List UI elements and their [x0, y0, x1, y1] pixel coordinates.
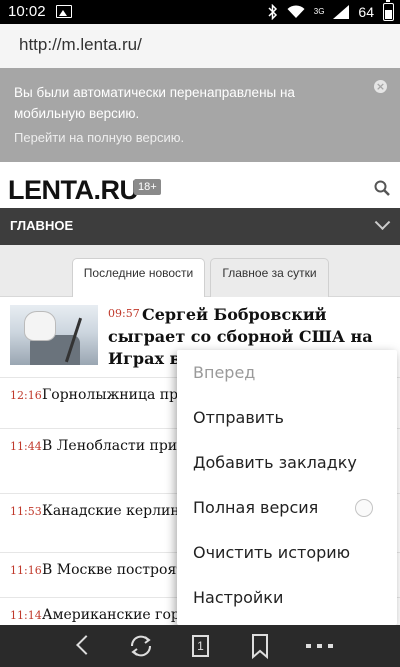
search-icon[interactable]: [374, 180, 390, 196]
menu-item-label: Полная версия: [193, 498, 319, 517]
browser-toolbar: 1: [0, 625, 400, 667]
address-bar[interactable]: http://m.lenta.ru/: [0, 24, 400, 68]
site-logo[interactable]: LENTA.RU: [8, 175, 139, 206]
status-icons: 3G 64: [268, 0, 394, 22]
signal-icon: [333, 5, 350, 19]
bluetooth-icon: [268, 4, 277, 20]
bookmark-icon[interactable]: [240, 625, 280, 667]
full-version-link[interactable]: Перейти на полную версию.: [14, 130, 184, 145]
status-bar: 10:02 3G 64: [0, 0, 400, 24]
reload-icon[interactable]: [121, 625, 161, 667]
menu-item-clear-history[interactable]: Очистить историю: [177, 530, 397, 575]
battery-level: 64: [358, 4, 374, 20]
menu-item-label: Очистить историю: [193, 543, 351, 562]
tab-daily-top[interactable]: Главное за сутки: [210, 258, 329, 298]
wifi-icon: [287, 5, 305, 18]
tabs-button[interactable]: 1: [181, 625, 221, 667]
menu-item-label: Добавить закладку: [193, 453, 357, 472]
menu-item-share[interactable]: Отправить: [177, 395, 397, 440]
menu-item-add-bookmark[interactable]: Добавить закладку: [177, 440, 397, 485]
featured-news-image[interactable]: [10, 305, 98, 365]
section-label: ГЛАВНОЕ: [10, 218, 74, 233]
menu-item-settings[interactable]: Настройки: [177, 575, 397, 620]
back-icon[interactable]: [62, 625, 102, 667]
menu-item-full-version[interactable]: Полная версия: [177, 485, 397, 530]
site-header: LENTA.RU 18+: [0, 170, 400, 208]
more-options-icon[interactable]: [300, 625, 340, 667]
tab-count: 1: [192, 635, 209, 657]
notice-message: Вы были автоматически перенаправлены на …: [14, 85, 295, 121]
full-version-radio[interactable]: [355, 499, 373, 517]
redirect-notice: Вы были автоматически перенаправлены на …: [0, 68, 400, 162]
age-badge: 18+: [134, 179, 161, 195]
menu-item-label: Настройки: [193, 588, 284, 607]
tab-latest-news[interactable]: Последние новости: [72, 258, 205, 298]
status-time: 10:02: [8, 3, 46, 20]
network-type: 3G: [313, 7, 325, 16]
battery-icon: [383, 0, 394, 21]
chevron-down-icon[interactable]: [374, 214, 391, 231]
section-nav[interactable]: ГЛАВНОЕ: [0, 208, 400, 245]
news-tabs: Последние новости Главное за сутки: [0, 245, 400, 298]
menu-item-label: Отправить: [193, 408, 284, 427]
url-text[interactable]: http://m.lenta.ru/: [19, 35, 142, 55]
menu-item-forward[interactable]: Вперед: [177, 350, 397, 395]
browser-options-menu: Вперед Отправить Добавить закладку Полна…: [177, 350, 397, 625]
close-icon[interactable]: ×: [374, 80, 387, 93]
menu-item-label: Вперед: [193, 363, 256, 382]
image-notification-icon: [56, 5, 72, 18]
